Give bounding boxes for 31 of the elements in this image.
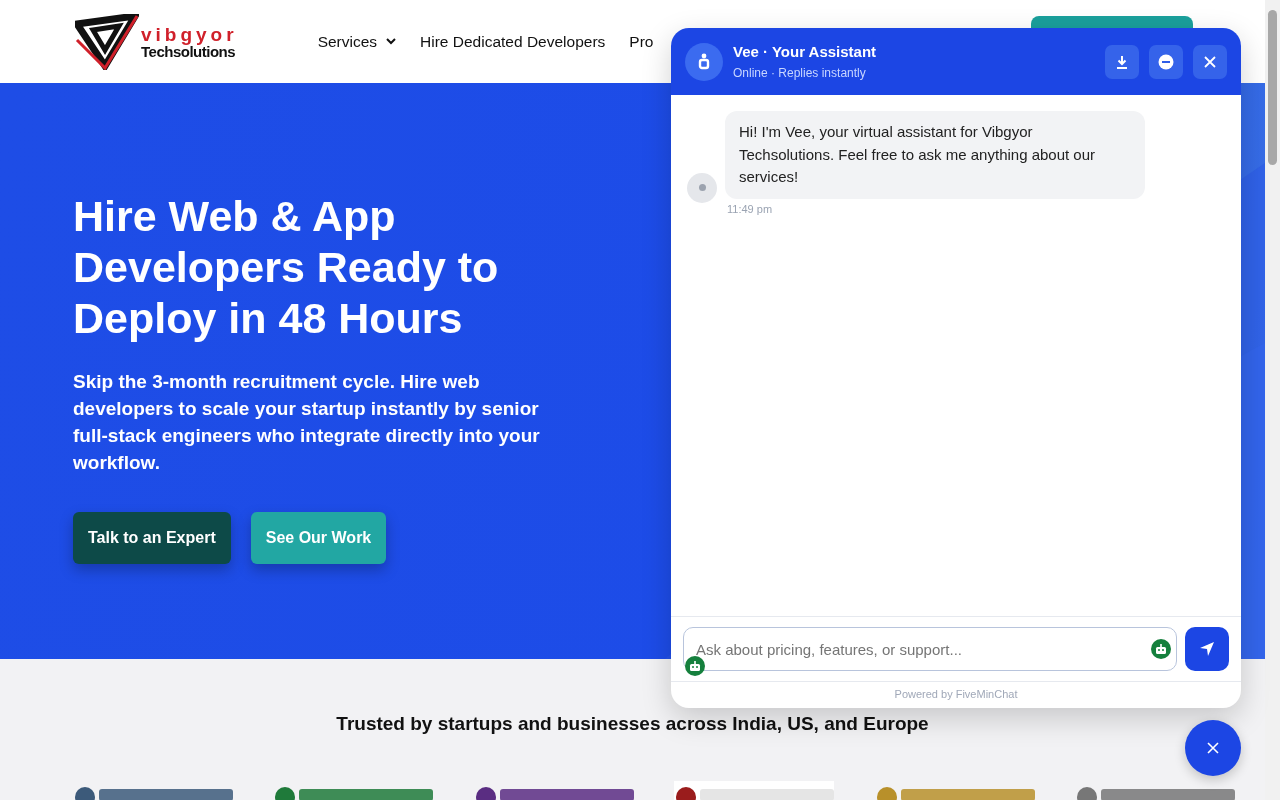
- robot-icon: [1151, 639, 1171, 659]
- close-chat-button[interactable]: [1185, 720, 1241, 776]
- message-time: 11:49 pm: [726, 202, 774, 215]
- send-icon: [1199, 641, 1215, 657]
- robot-icon: [685, 656, 705, 676]
- logo-tagline: Techsolutions: [141, 43, 237, 59]
- download-button[interactable]: [1105, 44, 1139, 79]
- close-icon: [1207, 742, 1219, 754]
- powered-by: Powered by FiveMinChat: [671, 681, 1241, 708]
- assistant-avatar: [685, 42, 723, 81]
- nav-link[interactable]: Hire Dedicated Developers: [420, 32, 606, 51]
- chat-status: Online · Replies instantly: [733, 66, 867, 80]
- message-input[interactable]: Ask about pricing, features, or support...: [683, 627, 1177, 671]
- nav-link[interactable]: Pro: [629, 32, 654, 51]
- download-icon: [1115, 54, 1129, 69]
- caret-icon: [386, 38, 397, 45]
- nav-link[interactable]: Services: [317, 32, 397, 51]
- logo-brand: vibgyor: [141, 24, 238, 44]
- hero-subtitle: Skip the 3-month recruitment cycle. Hire web developers to scale your startup instantly by senior full-stack engineers who integrate directly into your workflow.: [73, 370, 541, 475]
- minimize-button[interactable]: [1149, 44, 1183, 79]
- hero-title: Hire Web & App Developers Ready to Deploy in 48 Hours: [73, 191, 500, 344]
- message-bubble: Hi! I'm Vee, your virtual assistant for Vibgyor Techsolutions. Feel free to ask me anything about our services!: [725, 111, 1145, 199]
- section-heading: Trusted by startups and businesses across India, US, and Europe: [335, 713, 930, 735]
- send-button[interactable]: [1185, 627, 1229, 671]
- expert-button[interactable]: Talk to an Expert: [73, 512, 231, 564]
- close-icon: [1204, 55, 1216, 68]
- chat-title: Vee · Your Assistant: [733, 43, 878, 60]
- logo-icon: [75, 13, 139, 70]
- minus-icon: [1158, 53, 1174, 70]
- close-button[interactable]: [1193, 44, 1227, 79]
- bot-avatar: [687, 172, 717, 203]
